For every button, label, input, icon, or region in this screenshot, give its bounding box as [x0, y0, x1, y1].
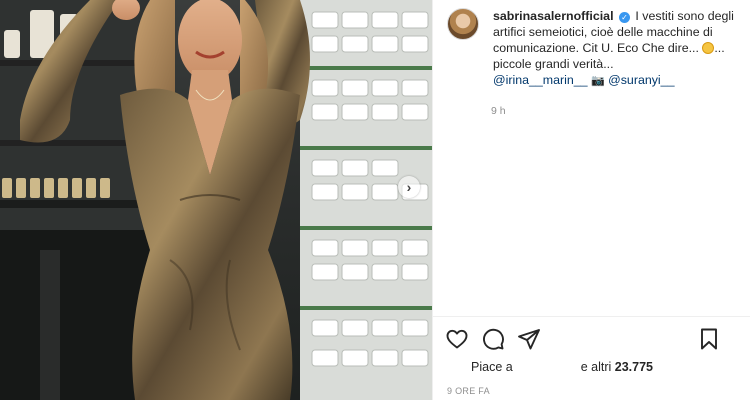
- bookmark-icon[interactable]: [697, 327, 721, 351]
- username-link[interactable]: sabrinasalernofficial: [493, 9, 614, 23]
- smiley-emoji-icon: [702, 42, 715, 54]
- post-photo[interactable]: ›: [0, 0, 432, 400]
- comment-icon[interactable]: [481, 327, 505, 351]
- heart-icon[interactable]: [445, 327, 469, 351]
- mention-link-irina[interactable]: @irina__marin__: [493, 73, 588, 87]
- avatar[interactable]: [447, 8, 479, 40]
- post-panel: sabrinasalernofficial ✓ I vestiti sono d…: [432, 0, 750, 400]
- likes-summary[interactable]: Piace a e altri 23.775: [471, 360, 653, 374]
- post-time-ago[interactable]: 9 ORE FA: [447, 386, 490, 396]
- carousel-next-button[interactable]: ›: [398, 176, 420, 198]
- paper-plane-icon[interactable]: [517, 327, 541, 351]
- likes-prefix: Piace a: [471, 360, 513, 374]
- chevron-right-icon: ›: [406, 179, 412, 195]
- likes-middle: e altri: [580, 360, 612, 374]
- camera-emoji-icon: 📷: [591, 75, 605, 87]
- photo-illustration: [0, 0, 432, 400]
- verified-badge-icon: ✓: [618, 12, 630, 23]
- likes-count[interactable]: 23.775: [615, 360, 653, 374]
- caption-timestamp: 9 h: [491, 105, 506, 117]
- caption-row: sabrinasalernofficial ✓ I vestiti sono d…: [447, 8, 747, 89]
- mention-link-suranyi[interactable]: @suranyi__: [608, 73, 674, 87]
- caption: sabrinasalernofficial ✓ I vestiti sono d…: [493, 8, 747, 89]
- actions-divider: [433, 316, 750, 317]
